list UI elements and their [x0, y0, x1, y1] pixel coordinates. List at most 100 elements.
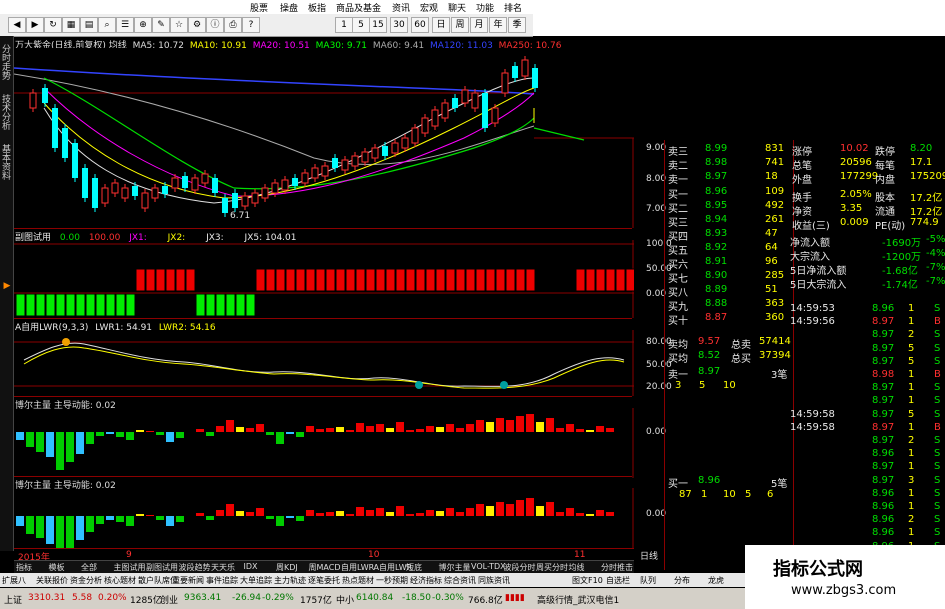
tools-icon[interactable]: ⚙: [188, 17, 206, 33]
bottom-tab[interactable]: 自选栏: [606, 575, 630, 586]
bottom-tab[interactable]: 事件追踪: [206, 575, 238, 586]
ind3-histogram[interactable]: [14, 408, 634, 478]
order-book: 卖三 8.99 831 卖二 8.98 741 卖一 8.97 18 买一 8.96 109 买二 8.9…: [664, 140, 794, 570]
tick-side: S: [934, 514, 941, 526]
menu-item-macro[interactable]: 宏观: [420, 1, 438, 14]
back-icon[interactable]: ◀: [8, 17, 26, 33]
buy-level-volume: 51: [765, 284, 778, 295]
indicator-tab[interactable]: 自用LWR: [341, 562, 374, 573]
queue-buy-label: 买一: [668, 479, 688, 490]
menu-item-news[interactable]: 资讯: [392, 1, 410, 14]
ind4-histogram[interactable]: [14, 488, 634, 548]
bottom-tab[interactable]: 分布: [674, 575, 690, 586]
tick-list[interactable]: 14:59:53 8.96 1 S 14:59:56 8.97 1 B 8.97 2 S 8.97 5 S…: [790, 300, 945, 570]
print-icon[interactable]: ⎙: [224, 17, 242, 33]
bottom-tab[interactable]: 热点题材: [342, 575, 374, 586]
histogram-bar: [476, 420, 484, 432]
period-quarter-button[interactable]: 季: [508, 17, 526, 33]
lwr-line-chart[interactable]: [14, 330, 634, 396]
indicator-tab[interactable]: 周MACD: [309, 562, 341, 573]
period-week-button[interactable]: 周: [451, 17, 469, 33]
period-15min-button[interactable]: 15: [369, 17, 387, 33]
bottom-tab[interactable]: 主力轨迹: [274, 575, 306, 586]
menu-item-trade[interactable]: 操盘: [280, 1, 298, 14]
bottom-tab[interactable]: 关联报价: [36, 575, 68, 586]
expand-arrow-icon[interactable]: ▶: [1, 281, 12, 291]
buy-level-label: 买十: [668, 316, 688, 327]
help-icon[interactable]: ?: [242, 17, 260, 33]
candlestick-chart[interactable]: 6.71: [14, 48, 634, 228]
tab-fundamentals[interactable]: 基本资料: [0, 144, 12, 180]
period-30min-button[interactable]: 30: [390, 17, 408, 33]
chart-icon[interactable]: ▦: [62, 17, 80, 33]
bottom-tab[interactable]: 资金分析: [70, 575, 102, 586]
indicator-tab[interactable]: 波段分时: [504, 562, 536, 573]
pen-icon[interactable]: ✎: [152, 17, 170, 33]
bottom-tab[interactable]: 逐笔委托: [308, 575, 340, 586]
indicator-tab[interactable]: 短底: [406, 562, 422, 573]
refresh-icon[interactable]: ↻: [44, 17, 62, 33]
menu-item-stocks[interactable]: 股票: [250, 1, 268, 14]
forward-icon[interactable]: ▶: [26, 17, 44, 33]
bottom-tab[interactable]: 一秒预期: [376, 575, 408, 586]
indicator-tab[interactable]: 全部: [81, 562, 97, 573]
search-icon[interactable]: ⌕: [98, 17, 116, 33]
menu-item-ranking[interactable]: 排名: [504, 1, 522, 14]
buy-level-volume: 492: [765, 200, 785, 211]
histogram-bar: [226, 420, 234, 432]
period-60min-button[interactable]: 60: [411, 17, 429, 33]
candle: [191, 177, 199, 191]
tab-technical[interactable]: 技术分析: [0, 94, 12, 130]
indicator-tab[interactable]: 分时推击: [601, 562, 633, 573]
blank-area: [533, 14, 945, 36]
bottom-tab[interactable]: 综合资讯: [444, 575, 476, 586]
indicator-tab[interactable]: 均线: [569, 562, 585, 573]
period-day-button[interactable]: 日: [432, 17, 450, 33]
indicator-tab[interactable]: 博尔主量: [439, 562, 471, 573]
period-year-button[interactable]: 年: [489, 17, 507, 33]
queue-buy-order: 6: [767, 489, 774, 500]
histogram-bar: [106, 432, 114, 434]
indicator-tab[interactable]: 主图试用: [114, 562, 146, 573]
bottom-tab[interactable]: 扩展八: [2, 575, 26, 586]
period-5min-button[interactable]: 5: [352, 17, 370, 33]
period-1min-button[interactable]: 1: [335, 17, 353, 33]
bottom-tab[interactable]: 同族资讯: [478, 575, 510, 586]
grid-icon[interactable]: ▤: [80, 17, 98, 33]
info-icon[interactable]: ⓘ: [206, 17, 224, 33]
indicator-tab[interactable]: 指标: [16, 562, 32, 573]
sell-level-volume: 831: [765, 143, 785, 154]
status-zx-pct: -0.30%: [432, 593, 464, 603]
tab-intraday[interactable]: 分时走势: [0, 44, 12, 80]
ind1-bar-red: [495, 268, 506, 292]
bottom-tab[interactable]: 队列: [640, 575, 656, 586]
menu-item-funds[interactable]: 商品及基金: [336, 1, 381, 14]
menu-item-index[interactable]: 板指: [308, 1, 326, 14]
list-icon[interactable]: ☰: [116, 17, 134, 33]
indicator-tab[interactable]: 模板: [49, 562, 65, 573]
bottom-tab[interactable]: 经济指标: [410, 575, 442, 586]
indicator-tab[interactable]: 周KDJ: [276, 562, 298, 573]
candle: [162, 186, 168, 194]
menu-item-function[interactable]: 功能: [476, 1, 494, 14]
indicator-tab[interactable]: 波段趋势: [179, 562, 211, 573]
bottom-tab[interactable]: 大单追踪: [240, 575, 272, 586]
bottom-tab[interactable]: 重要新闻: [172, 575, 204, 586]
indicator-tab[interactable]: VOL-TDX: [471, 562, 506, 571]
menu-item-chat[interactable]: 聊天: [448, 1, 466, 14]
indicator-tab[interactable]: 周买分时: [536, 562, 568, 573]
histogram-bar: [406, 514, 414, 516]
bottom-tab[interactable]: 图文F10: [572, 575, 603, 586]
star-icon[interactable]: ☆: [170, 17, 188, 33]
indicator-tab[interactable]: 天天乐: [211, 562, 235, 573]
histogram-bar: [166, 516, 174, 526]
ind1-bar-chart[interactable]: [14, 240, 634, 318]
period-month-button[interactable]: 月: [470, 17, 488, 33]
zoom-icon[interactable]: ⊕: [134, 17, 152, 33]
queue-sell-count: 3笔: [771, 370, 788, 381]
bottom-tab[interactable]: 核心题材: [104, 575, 136, 586]
indicator-tab[interactable]: 副图试用: [146, 562, 178, 573]
indicator-tab[interactable]: IDX: [244, 562, 258, 571]
bottom-tab[interactable]: 龙虎: [708, 575, 724, 586]
tick-price: 8.97: [872, 408, 895, 420]
